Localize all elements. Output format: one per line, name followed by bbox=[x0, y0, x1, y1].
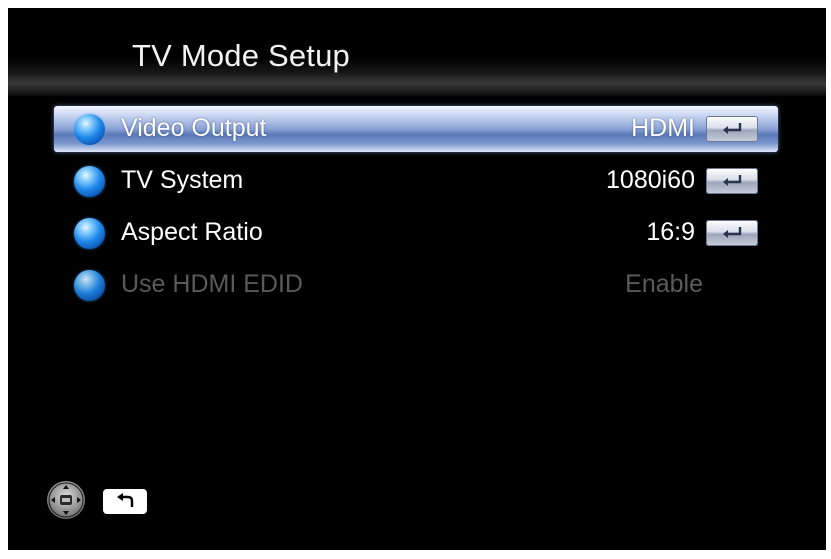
menu-item-label: Video Output bbox=[121, 114, 267, 142]
blue-orb-icon bbox=[74, 114, 105, 145]
menu-item-label: TV System bbox=[121, 166, 244, 194]
blue-orb-icon bbox=[74, 270, 105, 301]
header-bar: TV Mode Setup bbox=[8, 8, 826, 96]
enter-icon[interactable] bbox=[706, 116, 758, 142]
page-title: TV Mode Setup bbox=[132, 38, 350, 73]
menu-item-label: Use HDMI EDID bbox=[121, 270, 303, 298]
menu-item-label: Aspect Ratio bbox=[121, 218, 263, 246]
menu-item-value: HDMI bbox=[631, 114, 695, 142]
menu-item-tv-system[interactable]: TV System 1080i60 bbox=[54, 158, 778, 204]
menu-item-value: 1080i60 bbox=[606, 166, 695, 194]
menu-item-video-output[interactable]: Video Output HDMI bbox=[54, 106, 778, 152]
tv-mode-setup-screen: TV Mode Setup Video Output HDMI TV Syste… bbox=[8, 8, 826, 550]
blue-orb-icon bbox=[74, 218, 105, 249]
navigation-pad-icon bbox=[47, 481, 85, 519]
menu-item-use-hdmi-edid: Use HDMI EDID Enable bbox=[54, 262, 778, 308]
menu-item-value: Enable bbox=[625, 270, 703, 298]
enter-icon[interactable] bbox=[706, 168, 758, 194]
menu-item-aspect-ratio[interactable]: Aspect Ratio 16:9 bbox=[54, 210, 778, 256]
enter-icon[interactable] bbox=[706, 220, 758, 246]
menu-item-value: 16:9 bbox=[646, 218, 695, 246]
back-return-icon bbox=[103, 489, 147, 514]
blue-orb-icon bbox=[74, 166, 105, 197]
